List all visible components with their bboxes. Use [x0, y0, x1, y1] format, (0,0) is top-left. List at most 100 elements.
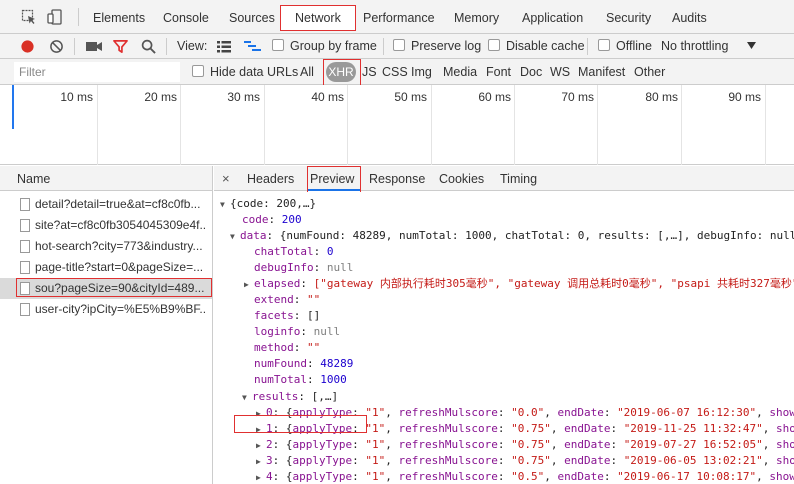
- filter-type-media[interactable]: Media: [443, 59, 477, 85]
- record-icon[interactable]: [20, 39, 35, 54]
- preserve-log-checkbox[interactable]: [393, 39, 405, 51]
- json-debugInfo-line: debugInfo: null: [254, 261, 354, 274]
- expand-triangle-icon[interactable]: ▼: [230, 229, 240, 245]
- request-detail-panel: × Headers Preview Response Cookies Timin…: [214, 166, 794, 484]
- request-row[interactable]: site?at=cf8c0fb3054045309e4f...: [0, 215, 212, 236]
- close-icon[interactable]: ×: [222, 166, 230, 191]
- filter-type-all[interactable]: All: [300, 59, 314, 85]
- request-row[interactable]: hot-search?city=773&industry...: [0, 236, 212, 257]
- devtools-tab-bar: Elements Console Sources Network Perform…: [0, 0, 794, 34]
- name-column-header[interactable]: Name: [0, 166, 212, 191]
- tab-cookies[interactable]: Cookies: [439, 166, 484, 191]
- search-icon[interactable]: [141, 39, 156, 54]
- json-method-line: method: "": [254, 341, 321, 354]
- filter-type-ws[interactable]: WS: [550, 59, 570, 85]
- tab-performance[interactable]: Performance: [363, 0, 435, 34]
- filter-type-img[interactable]: Img: [411, 59, 432, 85]
- request-name: site?at=cf8c0fb3054045309e4f...: [35, 218, 207, 232]
- throttle-dropdown-icon[interactable]: [747, 42, 756, 50]
- toolbar-divider: [587, 38, 588, 55]
- large-rows-icon[interactable]: [217, 40, 231, 53]
- tab-memory[interactable]: Memory: [454, 0, 499, 34]
- filter-type-css[interactable]: CSS: [382, 59, 408, 85]
- timeline-tick-label: 90 ms: [728, 90, 761, 104]
- hide-data-urls-label: Hide data URLs: [210, 65, 299, 79]
- inspect-element-icon[interactable]: [21, 9, 37, 25]
- offline-checkbox[interactable]: [598, 39, 610, 51]
- expand-triangle-icon[interactable]: ▶: [244, 277, 254, 293]
- tab-headers[interactable]: Headers: [247, 166, 294, 191]
- file-icon: [20, 261, 30, 274]
- timeline-tick-label: 60 ms: [478, 90, 511, 104]
- timeline-overview[interactable]: 10 ms 20 ms 30 ms 40 ms 50 ms 60 ms 70 m…: [0, 85, 794, 165]
- timeline-gridline: [765, 85, 766, 165]
- tab-elements[interactable]: Elements: [93, 0, 145, 34]
- filter-type-manifest[interactable]: Manifest: [578, 59, 625, 85]
- expand-triangle-icon[interactable]: ▶: [256, 438, 266, 454]
- request-name: page-title?start=0&pageSize=...: [35, 260, 204, 274]
- hide-data-urls-checkbox[interactable]: [192, 65, 204, 77]
- request-row[interactable]: detail?detail=true&at=cf8c0fb...: [0, 194, 212, 215]
- filter-bar: Hide data URLs All JS CSS Img Media Font…: [0, 59, 794, 85]
- expand-triangle-icon[interactable]: ▼: [220, 197, 230, 213]
- tab-security[interactable]: Security: [606, 0, 651, 34]
- tab-network[interactable]: Network: [280, 5, 356, 31]
- timeline-tick-label: 70 ms: [561, 90, 594, 104]
- timeline-gridline: [514, 85, 515, 165]
- toolbar-divider: [383, 38, 384, 55]
- clear-icon[interactable]: [49, 39, 64, 54]
- json-result-item[interactable]: ▶ 2: {applyType: "1", refreshMulscore: "0…: [256, 437, 794, 453]
- tab-timing[interactable]: Timing: [500, 166, 537, 191]
- preview-highlight-box: [307, 166, 361, 192]
- selected-request-highlight: [16, 278, 212, 297]
- tab-sources[interactable]: Sources: [229, 0, 275, 34]
- request-row[interactable]: user-city?ipCity=%E5%B9%BF...: [0, 299, 212, 320]
- json-preview: ▼ {code: 200,…} code: 200 ▼ data: {numFoun…: [214, 193, 794, 484]
- tab-application[interactable]: Application: [522, 0, 583, 34]
- filter-type-doc[interactable]: Doc: [520, 59, 542, 85]
- disable-cache-label: Disable cache: [506, 39, 585, 53]
- json-chatTotal-line: chatTotal: 0: [254, 245, 334, 258]
- expand-triangle-icon[interactable]: ▼: [242, 390, 252, 406]
- filter-type-font[interactable]: Font: [486, 59, 511, 85]
- toolbar-divider: [74, 38, 75, 55]
- timeline-gridline: [264, 85, 265, 165]
- request-name: hot-search?city=773&industry...: [35, 239, 203, 253]
- device-toolbar-icon[interactable]: [47, 9, 63, 25]
- tab-audits[interactable]: Audits: [672, 0, 707, 34]
- file-icon: [20, 303, 30, 316]
- json-elapsed-line[interactable]: ▶ elapsed: ["gateway 内部执行耗时305毫秒", "gatew…: [244, 276, 794, 292]
- json-result-item[interactable]: ▶ 4: {applyType: "1", refreshMulscore: "0…: [256, 469, 794, 484]
- filter-type-other[interactable]: Other: [634, 59, 665, 85]
- expand-triangle-icon[interactable]: ▶: [256, 454, 266, 470]
- request-name: detail?detail=true&at=cf8c0fb...: [35, 197, 201, 211]
- timeline-tick-label: 30 ms: [227, 90, 260, 104]
- expand-triangle-icon[interactable]: ▶: [256, 470, 266, 484]
- json-result-item[interactable]: ▶ 3: {applyType: "1", refreshMulscore: "0…: [256, 453, 794, 469]
- json-results-line[interactable]: ▼ results: [,…]: [242, 389, 338, 405]
- timeline-tick-label: 50 ms: [394, 90, 427, 104]
- tab-response[interactable]: Response: [369, 166, 425, 191]
- results-highlight-box: [234, 415, 367, 433]
- group-by-frame-checkbox[interactable]: [272, 39, 284, 51]
- timeline-dom-marker: [12, 85, 14, 129]
- filter-icon[interactable]: [113, 39, 128, 54]
- throttling-select[interactable]: No throttling: [661, 34, 728, 59]
- toolbar-divider: [166, 38, 167, 55]
- filter-input[interactable]: [14, 62, 180, 82]
- json-root-line[interactable]: ▼ {code: 200,…}: [220, 196, 316, 212]
- waterfall-icon[interactable]: [244, 40, 261, 53]
- json-loginfo-line: loginfo: null: [254, 325, 341, 338]
- timeline-gridline: [180, 85, 181, 165]
- filter-type-js[interactable]: JS: [362, 59, 377, 85]
- timeline-gridline: [347, 85, 348, 165]
- group-by-frame-label: Group by frame: [290, 39, 377, 53]
- timeline-tick-label: 20 ms: [144, 90, 177, 104]
- capture-screenshots-icon[interactable]: [86, 40, 102, 53]
- tab-console[interactable]: Console: [163, 0, 209, 34]
- toolbar-divider: [78, 8, 79, 26]
- json-data-line[interactable]: ▼ data: {numFound: 48289, numTotal: 1000,…: [230, 228, 794, 244]
- request-row[interactable]: page-title?start=0&pageSize=...: [0, 257, 212, 278]
- timeline-tick-label: 40 ms: [311, 90, 344, 104]
- disable-cache-checkbox[interactable]: [488, 39, 500, 51]
